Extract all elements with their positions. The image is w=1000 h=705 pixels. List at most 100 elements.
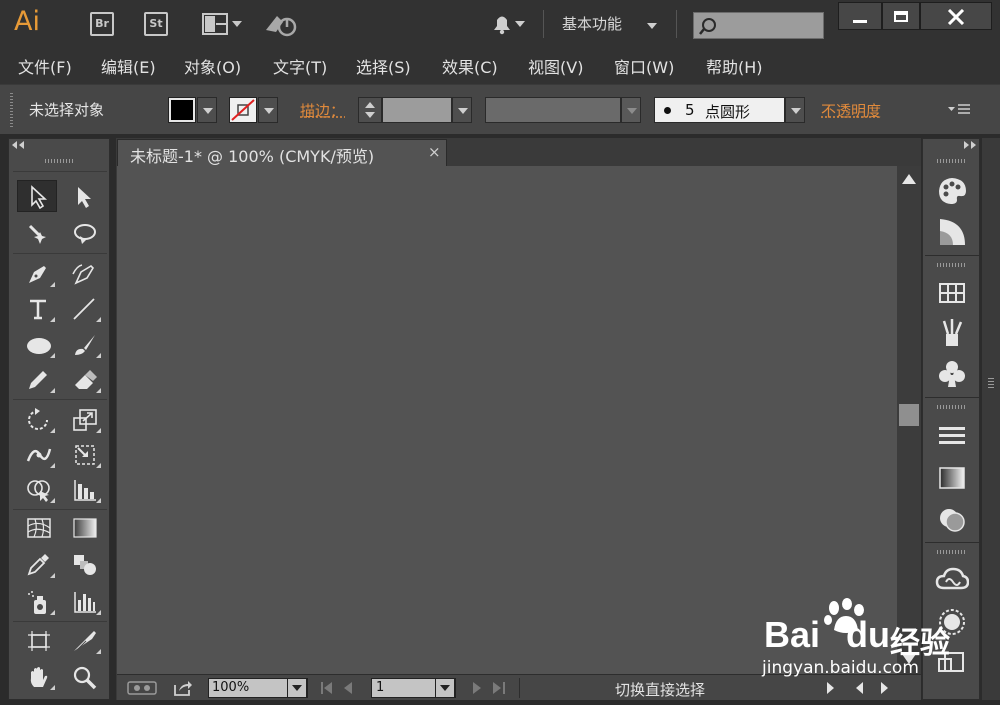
zoom-tool[interactable] [63, 660, 103, 692]
magic-wand-tool[interactable] [17, 217, 57, 249]
stroke-color-swatch[interactable] [229, 97, 257, 123]
shape-builder-tool[interactable] [17, 473, 57, 505]
title-separator [676, 10, 677, 38]
color-guide-panel-button[interactable] [935, 215, 969, 249]
pencil-tool[interactable] [17, 363, 57, 395]
opacity-label[interactable]: 不透明度 [821, 100, 881, 121]
stroke-lines-icon [939, 427, 965, 444]
menu-edit[interactable]: 编辑(E) [101, 54, 156, 78]
fill-color-swatch[interactable] [168, 97, 196, 123]
gradient-panel-button[interactable] [935, 461, 969, 495]
direct-selection-tool[interactable] [63, 180, 103, 212]
menu-help[interactable]: 帮助(H) [706, 54, 763, 78]
status-message[interactable]: 切换直接选择 [615, 679, 705, 700]
stroke-label[interactable]: 描边： [300, 100, 345, 121]
column-graph-tool[interactable] [63, 585, 103, 617]
free-transform-tool[interactable] [63, 438, 103, 470]
workspace-switcher[interactable]: 基本功能 [562, 13, 622, 34]
menu-select[interactable]: 选择(S) [356, 54, 411, 78]
fill-dropdown[interactable] [197, 97, 217, 123]
arrange-documents-button[interactable] [201, 12, 245, 36]
stroke-weight-dropdown[interactable] [452, 97, 472, 123]
brush-dot-icon [664, 107, 671, 114]
type-tool[interactable] [17, 292, 57, 324]
first-prev-artboard-icon[interactable] [320, 681, 360, 695]
selection-tool[interactable] [17, 180, 57, 212]
close-tab-icon[interactable]: × [428, 143, 441, 161]
slice-tool[interactable] [63, 624, 103, 656]
mesh-tool[interactable] [17, 511, 57, 543]
control-panel-menu-icon[interactable] [948, 103, 972, 115]
hand-tool[interactable] [17, 660, 57, 692]
gpu-performance-icon[interactable] [127, 680, 157, 696]
stroke-weight-stepper[interactable] [358, 97, 382, 123]
eyedropper-tool[interactable] [17, 548, 57, 580]
control-bar-grip[interactable] [10, 93, 13, 127]
menu-view[interactable]: 视图(V) [528, 54, 583, 78]
notifications-button[interactable] [488, 10, 528, 38]
profile-dropdown[interactable] [621, 97, 641, 123]
color-panel-button[interactable] [935, 174, 969, 208]
bridge-button[interactable]: Br [90, 12, 114, 36]
close-window-button[interactable] [920, 2, 992, 30]
menu-object[interactable]: 对象(O) [184, 54, 241, 78]
brush-definition-field[interactable]: 5 点圆形 [654, 97, 785, 123]
brushes-cup-icon [942, 319, 963, 346]
minimize-button[interactable] [838, 2, 882, 30]
panel-group-grip[interactable] [937, 550, 967, 554]
brush-dropdown[interactable] [785, 97, 805, 123]
eraser-tool[interactable] [63, 363, 103, 395]
symbols-panel-button[interactable] [935, 357, 969, 391]
search-input[interactable] [693, 12, 824, 39]
width-tool[interactable] [17, 438, 57, 470]
blend-tool[interactable] [63, 548, 103, 580]
scale-tool[interactable] [63, 403, 103, 435]
next-last-artboard-icon[interactable] [469, 681, 511, 695]
panel-group-grip[interactable] [937, 263, 967, 267]
brushes-panel-button[interactable] [935, 316, 969, 350]
transparency-panel-button[interactable] [935, 502, 969, 536]
stroke-dropdown[interactable] [258, 97, 278, 123]
gradient-tool[interactable] [63, 511, 103, 543]
scrollbar-thumb[interactable] [899, 404, 919, 426]
rotate-tool[interactable] [17, 403, 57, 435]
maximize-button[interactable] [882, 2, 920, 30]
curvature-tool[interactable] [63, 257, 103, 289]
variable-width-profile[interactable] [485, 97, 621, 123]
collapse-double-arrow-icon[interactable] [11, 141, 25, 149]
dock-resize-grip[interactable] [988, 378, 994, 388]
line-segment-tool[interactable] [63, 292, 103, 324]
status-navigation-arrows-icon[interactable] [823, 681, 913, 695]
artboard-dropdown[interactable] [435, 678, 455, 698]
stroke-weight-input[interactable] [382, 97, 452, 123]
libraries-panel-button[interactable] [935, 563, 970, 597]
lasso-tool[interactable] [63, 217, 103, 249]
menu-effect[interactable]: 效果(C) [442, 54, 498, 78]
swatches-panel-button[interactable] [935, 276, 969, 310]
panel-group-grip[interactable] [937, 405, 967, 409]
symbol-sprayer-tool[interactable] [17, 585, 57, 617]
zoom-dropdown[interactable] [287, 678, 307, 698]
ellipse-tool[interactable] [17, 328, 57, 360]
menu-window[interactable]: 窗口(W) [614, 54, 674, 78]
tool-group-indicator [96, 353, 101, 358]
paintbrush-tool[interactable] [63, 328, 103, 360]
scroll-up-icon[interactable] [902, 174, 916, 184]
stock-button[interactable]: St [144, 12, 168, 36]
expand-panels-double-arrow-icon[interactable] [963, 141, 977, 149]
tools-panel-grip[interactable] [45, 159, 75, 163]
sync-settings-button[interactable] [263, 10, 299, 38]
menu-file[interactable]: 文件(F) [18, 54, 72, 78]
document-tab[interactable]: 未标题-1* @ 100% (CMYK/预览) × [117, 139, 447, 166]
menu-type[interactable]: 文字(T) [273, 54, 327, 78]
width-tool-icon [26, 448, 52, 462]
artboard-tool[interactable] [17, 624, 57, 656]
panel-group-grip[interactable] [937, 159, 967, 163]
share-export-icon[interactable] [173, 679, 193, 696]
stroke-panel-button[interactable] [935, 419, 969, 453]
graph-tool[interactable] [63, 473, 103, 505]
pen-tool[interactable] [17, 257, 57, 289]
title-separator [543, 10, 544, 38]
workspace-dropdown-icon[interactable] [647, 23, 657, 29]
tool-group-indicator [96, 428, 101, 433]
